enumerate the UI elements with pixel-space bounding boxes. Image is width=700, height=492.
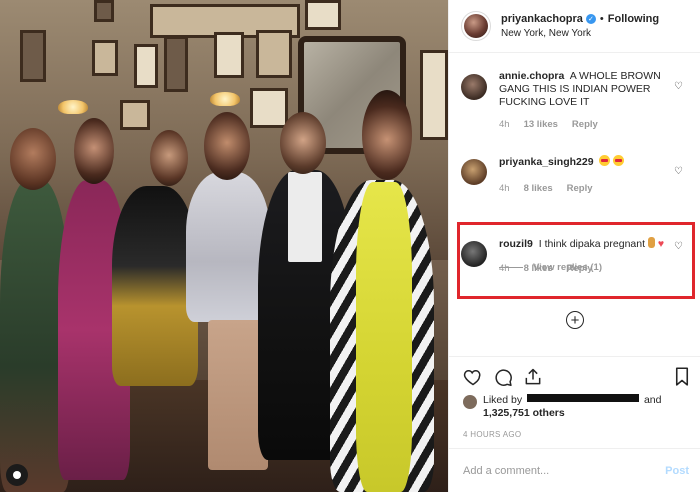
reply-button[interactable]: Reply: [567, 182, 593, 195]
tagged-users-icon[interactable]: [6, 464, 28, 486]
photo-frame: [250, 88, 288, 128]
person-shirt: [288, 172, 322, 262]
person-head: [204, 112, 250, 180]
comment-icon[interactable]: [493, 367, 513, 387]
heart-eyes-emoji-icon: [599, 155, 611, 166]
separator-dot: •: [599, 13, 604, 25]
post-photo[interactable]: [0, 0, 448, 492]
heart-icon[interactable]: [463, 367, 483, 387]
post-side-panel: priyankachopra ✓ • Following New York, N…: [448, 0, 700, 492]
comment-like-heart-icon[interactable]: ♡: [674, 81, 683, 92]
add-comment-input[interactable]: Add a comment...: [463, 465, 665, 477]
photo-frame: [20, 30, 46, 82]
liked-by-username-redacted[interactable]: [527, 394, 640, 402]
likes-count[interactable]: 1,325,751 others: [483, 407, 565, 419]
comment-like-heart-icon[interactable]: ♡: [674, 166, 683, 177]
person-head: [74, 118, 114, 184]
heart-eyes-emoji-icon: [613, 155, 625, 166]
comment-item: priyanka_singh229 4h 8 likes Reply ♡: [461, 155, 689, 195]
person-head: [10, 128, 56, 190]
wall-lamp: [210, 92, 240, 106]
photo-frame: [94, 0, 114, 22]
post-location[interactable]: New York, New York: [501, 28, 659, 39]
bookmark-icon[interactable]: [675, 367, 689, 387]
commenter-avatar[interactable]: [461, 159, 487, 185]
photo-frame: [420, 50, 448, 140]
photo-frame: [305, 0, 341, 30]
load-more-comments-add-icon[interactable]: +: [566, 311, 584, 329]
photo-frame: [214, 32, 244, 78]
photo-frame: [120, 100, 150, 130]
photo-frame: [134, 44, 158, 88]
person-head: [150, 130, 188, 186]
liked-by-and: and: [643, 394, 662, 406]
comments-list: annie.chopra A WHOLE BROWN GANG THIS IS …: [449, 54, 700, 354]
liked-by-prefix: Liked by: [483, 394, 523, 406]
photo-frame: [92, 40, 118, 76]
comment-likes[interactable]: 8 likes: [524, 182, 553, 195]
share-icon[interactable]: [523, 367, 543, 387]
person-head: [362, 90, 412, 180]
post-timestamp[interactable]: 4 HOURS AGO: [463, 430, 521, 439]
highlight-box: [457, 222, 695, 299]
post-actions: [449, 356, 700, 396]
comment-time[interactable]: 4h: [499, 182, 510, 195]
author-username[interactable]: priyankachopra: [501, 13, 583, 25]
comment-item: annie.chopra A WHOLE BROWN GANG THIS IS …: [461, 70, 689, 131]
photo-frame: [164, 36, 188, 92]
comment-likes[interactable]: 13 likes: [524, 118, 558, 131]
photo-frame: [256, 30, 292, 78]
person-head: [280, 112, 326, 174]
post-header: priyankachopra ✓ • Following New York, N…: [449, 0, 700, 53]
verified-badge-icon: ✓: [585, 14, 596, 24]
reply-button[interactable]: Reply: [572, 118, 598, 131]
likes-summary: Liked by and 1,325,751 others: [463, 394, 661, 420]
author-avatar[interactable]: [461, 11, 491, 41]
following-button[interactable]: Following: [608, 13, 659, 25]
comment-username[interactable]: priyanka_singh229: [499, 156, 594, 168]
commenter-avatar[interactable]: [461, 74, 487, 100]
person-dress: [356, 182, 412, 492]
liker-avatar[interactable]: [463, 395, 477, 409]
post-comment-button[interactable]: Post: [665, 465, 689, 477]
comment-time[interactable]: 4h: [499, 118, 510, 131]
comment-username[interactable]: annie.chopra: [499, 70, 564, 82]
wall-lamp: [58, 100, 88, 114]
add-comment-bar: Add a comment... Post: [449, 448, 700, 492]
